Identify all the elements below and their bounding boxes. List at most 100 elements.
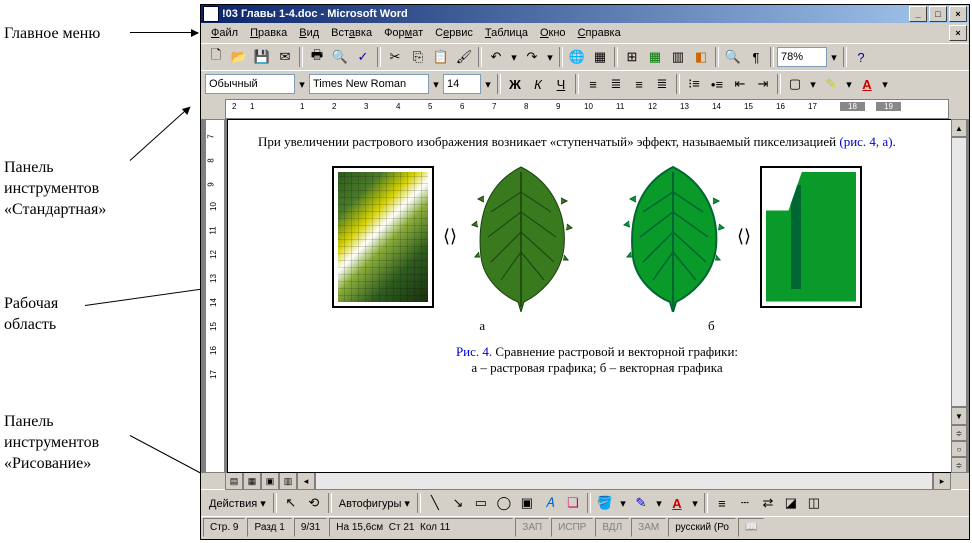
normal-view-button[interactable]: ▤	[225, 472, 243, 490]
line-button[interactable]: ╲	[424, 492, 446, 514]
menu-file[interactable]: Файл	[205, 25, 244, 41]
status-rec[interactable]: ЗАП	[515, 518, 549, 537]
hyperlink-button[interactable]: 🌐	[566, 46, 588, 68]
menu-help[interactable]: Справка	[572, 25, 627, 41]
menu-edit[interactable]: Правка	[244, 25, 293, 41]
style-combo[interactable]: Обычный	[205, 74, 295, 94]
print-button[interactable]: 🖶	[306, 46, 328, 68]
scroll-right-button[interactable]: ▸	[933, 472, 951, 490]
format-painter-button[interactable]: 🖌	[453, 46, 475, 68]
arrow-style-button[interactable]: ⇄	[757, 492, 779, 514]
actions-menu[interactable]: Действия ▾	[205, 495, 270, 512]
scroll-down-button[interactable]: ▼	[951, 407, 967, 425]
tables-borders-button[interactable]: ▦	[589, 46, 611, 68]
bold-button[interactable]: Ж	[504, 73, 526, 95]
save-button[interactable]: 💾	[251, 46, 273, 68]
outline-view-button[interactable]: ▥	[279, 472, 297, 490]
status-language[interactable]: русский (Ро	[668, 518, 736, 537]
underline-button[interactable]: Ч	[550, 73, 572, 95]
outdent-button[interactable]: ⇤	[729, 73, 751, 95]
size-combo[interactable]: 14	[443, 74, 481, 94]
excel-button[interactable]: ▦	[644, 46, 666, 68]
font-dropdown[interactable]: ▾	[430, 78, 442, 91]
new-button[interactable]: 🗋	[205, 46, 227, 68]
web-view-button[interactable]: ▦	[243, 472, 261, 490]
open-button[interactable]: 📂	[228, 46, 250, 68]
show-marks-button[interactable]: ¶	[745, 46, 767, 68]
select-objects-button[interactable]: ↖	[280, 492, 302, 514]
scroll-up-button[interactable]: ▲	[951, 119, 967, 137]
menu-format[interactable]: Формат	[378, 25, 429, 41]
numbering-button[interactable]: ⁝≡	[683, 73, 705, 95]
textcolor-dropdown[interactable]: ▾	[689, 497, 701, 510]
font-color-button[interactable]: A	[856, 73, 878, 95]
next-page-button[interactable]: ≑	[951, 457, 967, 473]
status-book-icon[interactable]: 📖	[738, 518, 764, 537]
oval-button[interactable]: ◯	[493, 492, 515, 514]
status-ovr[interactable]: ЗАМ	[631, 518, 666, 537]
text-color-button[interactable]: A	[666, 492, 688, 514]
indent-button[interactable]: ⇥	[752, 73, 774, 95]
linecolor-dropdown[interactable]: ▾	[653, 497, 665, 510]
horizontal-ruler[interactable]: 21 12 34 56 78 910 1112 1314 1516 17 18 …	[225, 99, 949, 119]
textbox-button[interactable]: ▣	[516, 492, 538, 514]
italic-button[interactable]: К	[527, 73, 549, 95]
drawing-toggle-button[interactable]: ◧	[690, 46, 712, 68]
scroll-left-button[interactable]: ◂	[297, 472, 315, 490]
font-combo[interactable]: Times New Roman	[309, 74, 429, 94]
3d-button[interactable]: ◫	[803, 492, 825, 514]
font-color-dropdown[interactable]: ▾	[879, 78, 891, 91]
size-dropdown[interactable]: ▾	[482, 78, 494, 91]
align-left-button[interactable]: ≡	[582, 73, 604, 95]
rectangle-button[interactable]: ▭	[470, 492, 492, 514]
undo-dropdown[interactable]: ▾	[508, 51, 520, 64]
menu-insert[interactable]: Вставка	[325, 25, 378, 41]
print-view-button[interactable]: ▣	[261, 472, 279, 490]
align-center-button[interactable]: ≣	[605, 73, 627, 95]
mail-button[interactable]: ✉	[274, 46, 296, 68]
zoom-combo[interactable]: 78%	[777, 47, 827, 67]
preview-button[interactable]: 🔍	[329, 46, 351, 68]
columns-button[interactable]: ▥	[667, 46, 689, 68]
borders-dropdown[interactable]: ▾	[807, 78, 819, 91]
style-dropdown[interactable]: ▾	[296, 78, 308, 91]
maximize-button[interactable]: □	[929, 6, 947, 22]
insert-table-button[interactable]: ⊞	[621, 46, 643, 68]
docmap-button[interactable]: 🔍	[722, 46, 744, 68]
vertical-ruler[interactable]: 78 910 1112 1314 1516 17	[205, 119, 225, 473]
doc-close-button[interactable]: ×	[949, 25, 967, 41]
paste-button[interactable]: 📋	[430, 46, 452, 68]
align-justify-button[interactable]: ≣	[651, 73, 673, 95]
wordart-button[interactable]: 𝐴	[539, 492, 561, 514]
autoshapes-menu[interactable]: Автофигуры ▾	[335, 495, 414, 512]
redo-button[interactable]: ↷	[521, 46, 543, 68]
menu-table[interactable]: Таблица	[479, 25, 534, 41]
line-style-button[interactable]: ≡	[711, 492, 733, 514]
help-button[interactable]: ?	[850, 46, 872, 68]
highlight-dropdown[interactable]: ▾	[843, 78, 855, 91]
highlight-button[interactable]: ✎	[820, 73, 842, 95]
document-page[interactable]: При увеличении растрового изображения во…	[227, 119, 967, 473]
copy-button[interactable]: ⎘	[407, 46, 429, 68]
prev-page-button[interactable]: ≑	[951, 425, 967, 441]
shadow-button[interactable]: ◪	[780, 492, 802, 514]
minimize-button[interactable]: _	[909, 6, 927, 22]
line-color-button[interactable]: ✎	[630, 492, 652, 514]
menu-window[interactable]: Окно	[534, 25, 572, 41]
status-ext[interactable]: ВДЛ	[595, 518, 629, 537]
fill-dropdown[interactable]: ▾	[617, 497, 629, 510]
menu-view[interactable]: Вид	[293, 25, 325, 41]
cut-button[interactable]: ✂	[384, 46, 406, 68]
fill-color-button[interactable]: 🪣	[594, 492, 616, 514]
browse-object-button[interactable]: ○	[951, 441, 967, 457]
status-trk[interactable]: ИСПР	[551, 518, 593, 537]
spellcheck-button[interactable]: ✓	[352, 46, 374, 68]
align-right-button[interactable]: ≡	[628, 73, 650, 95]
menu-tools[interactable]: Сервис	[429, 25, 479, 41]
zoom-dropdown[interactable]: ▾	[828, 51, 840, 64]
arrow-button[interactable]: ↘	[447, 492, 469, 514]
horizontal-scrollbar[interactable]: ▤ ▦ ▣ ▥ ◂ ▸	[225, 473, 951, 489]
bullets-button[interactable]: •≡	[706, 73, 728, 95]
undo-button[interactable]: ↶	[485, 46, 507, 68]
borders-button[interactable]: ▢	[784, 73, 806, 95]
